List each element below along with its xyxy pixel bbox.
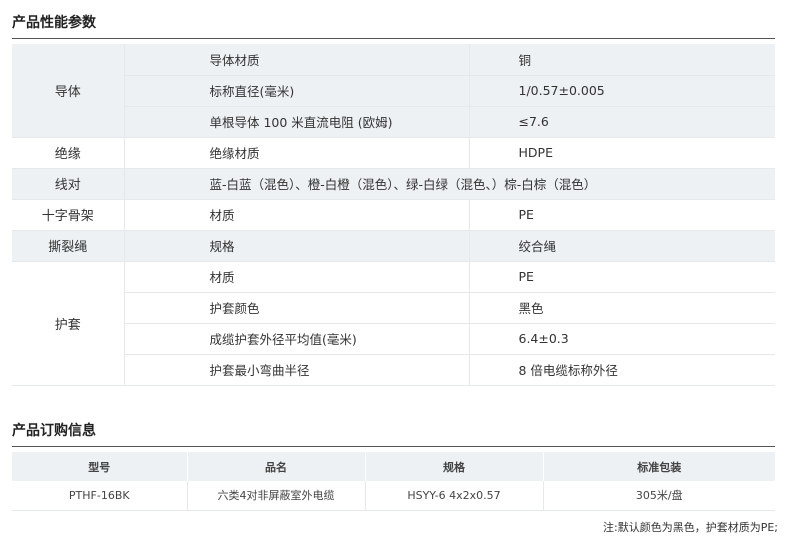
category-jacket: 护套 — [12, 261, 125, 386]
attr-cell: 护套颜色 — [124, 292, 470, 324]
packaging-cell: 305米/盘 — [543, 481, 775, 511]
section-title-performance: 产品性能参数 — [12, 12, 775, 39]
value-cell: HDPE — [469, 137, 775, 169]
performance-params-table: 导体 导体材质 铜 标称直径(毫米) 1/0.57±0.005 单根导体 100… — [12, 44, 775, 386]
table-row: 护套最小弯曲半径 8 倍电缆标称外径 — [12, 354, 775, 386]
section-title-ordering: 产品订购信息 — [12, 420, 775, 447]
category-cross-filler: 十字骨架 — [12, 199, 125, 231]
table-row: 护套颜色 黑色 — [12, 292, 775, 324]
table-row: 绝缘 绝缘材质 HDPE — [12, 137, 775, 169]
value-cell: ≤7.6 — [469, 106, 775, 138]
category-ripcord: 撕裂绳 — [12, 230, 125, 262]
attr-cell: 护套最小弯曲半径 — [124, 354, 470, 386]
table-row: PTHF-16BK 六类4对非屏蔽室外电缆 HSYY-6 4x2x0.57 30… — [12, 481, 775, 511]
table-row: 标称直径(毫米) 1/0.57±0.005 — [12, 75, 775, 107]
table-row: 导体 导体材质 铜 — [12, 44, 775, 138]
attr-cell: 材质 — [124, 199, 470, 231]
attr-cell: 标称直径(毫米) — [124, 75, 470, 107]
attr-cell: 绝缘材质 — [124, 137, 470, 169]
model-cell: PTHF-16BK — [12, 481, 188, 511]
header-product-name: 品名 — [187, 452, 366, 481]
pairs-value-cell: 蓝-白蓝（混色）、橙-白橙（混色）、绿-白绿（混色、）棕-白棕（混色） — [124, 168, 775, 200]
category-pairs: 线对 — [12, 168, 125, 200]
attr-cell: 材质 — [124, 261, 470, 293]
table-row: 十字骨架 材质 PE — [12, 199, 775, 231]
value-cell: PE — [469, 199, 775, 231]
value-cell: PE — [469, 261, 775, 293]
ordering-info-table: 型号 品名 规格 标准包装 PTHF-16BK 六类4对非屏蔽室外电缆 HSYY… — [12, 452, 775, 511]
attr-cell: 导体材质 — [124, 44, 470, 76]
value-cell: 黑色 — [469, 292, 775, 324]
table-row: 撕裂绳 规格 绞合绳 — [12, 230, 775, 262]
value-cell: 8 倍电缆标称外径 — [469, 354, 775, 386]
category-conductor: 导体 — [12, 44, 125, 138]
table-row: 护套 材质 PE — [12, 261, 775, 386]
spec-cell: HSYY-6 4x2x0.57 — [365, 481, 544, 511]
header-spec: 规格 — [365, 452, 544, 481]
footnote: 注:默认颜色为黑色，护套材质为PE; — [603, 521, 778, 534]
attr-cell: 成缆护套外径平均值(毫米) — [124, 323, 470, 355]
category-insulation: 绝缘 — [12, 137, 125, 169]
table-row: 线对 蓝-白蓝（混色）、橙-白橙（混色）、绿-白绿（混色、）棕-白棕（混色） — [12, 168, 775, 200]
table-row: 单根导体 100 米直流电阻 (欧姆) ≤7.6 — [12, 106, 775, 138]
value-cell: 6.4±0.3 — [469, 323, 775, 355]
attr-cell: 规格 — [124, 230, 470, 262]
value-cell: 铜 — [469, 44, 775, 76]
table-header-row: 型号 品名 规格 标准包装 — [12, 452, 775, 481]
value-cell: 绞合绳 — [469, 230, 775, 262]
value-cell: 1/0.57±0.005 — [469, 75, 775, 107]
header-model: 型号 — [12, 452, 188, 481]
table-row: 成缆护套外径平均值(毫米) 6.4±0.3 — [12, 323, 775, 355]
attr-cell: 单根导体 100 米直流电阻 (欧姆) — [124, 106, 470, 138]
header-packaging: 标准包装 — [543, 452, 775, 481]
product-name-cell: 六类4对非屏蔽室外电缆 — [187, 481, 366, 511]
